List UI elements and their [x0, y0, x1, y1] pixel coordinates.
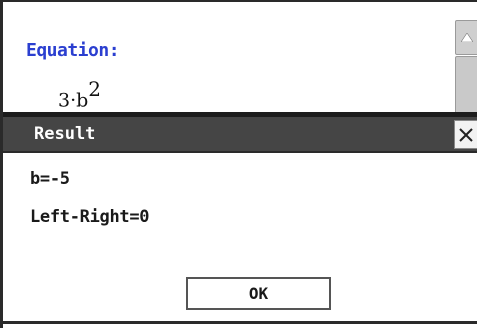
equation-expression: 3·b2 — [58, 77, 102, 112]
dialog-divider — [3, 151, 477, 153]
triangle-up-icon — [461, 33, 473, 42]
close-icon — [459, 127, 473, 142]
equation-label: Equation: — [26, 40, 120, 61]
window-frame-bottom — [0, 321, 477, 324]
result-line-1: b=-5 — [30, 169, 70, 189]
scroll-up-button[interactable] — [455, 20, 477, 55]
result-line-2: Left-Right=0 — [30, 207, 150, 227]
equation-base: 3·b — [58, 89, 89, 112]
result-dialog: Result b=-5 Left-Right=0 OK — [3, 112, 477, 321]
scroll-thumb[interactable] — [455, 56, 477, 114]
close-button[interactable] — [454, 120, 477, 149]
equation-exponent: 2 — [88, 77, 102, 101]
dialog-titlebar: Result — [3, 117, 477, 151]
ok-button[interactable]: OK — [186, 277, 331, 310]
dialog-title: Result — [34, 124, 96, 144]
